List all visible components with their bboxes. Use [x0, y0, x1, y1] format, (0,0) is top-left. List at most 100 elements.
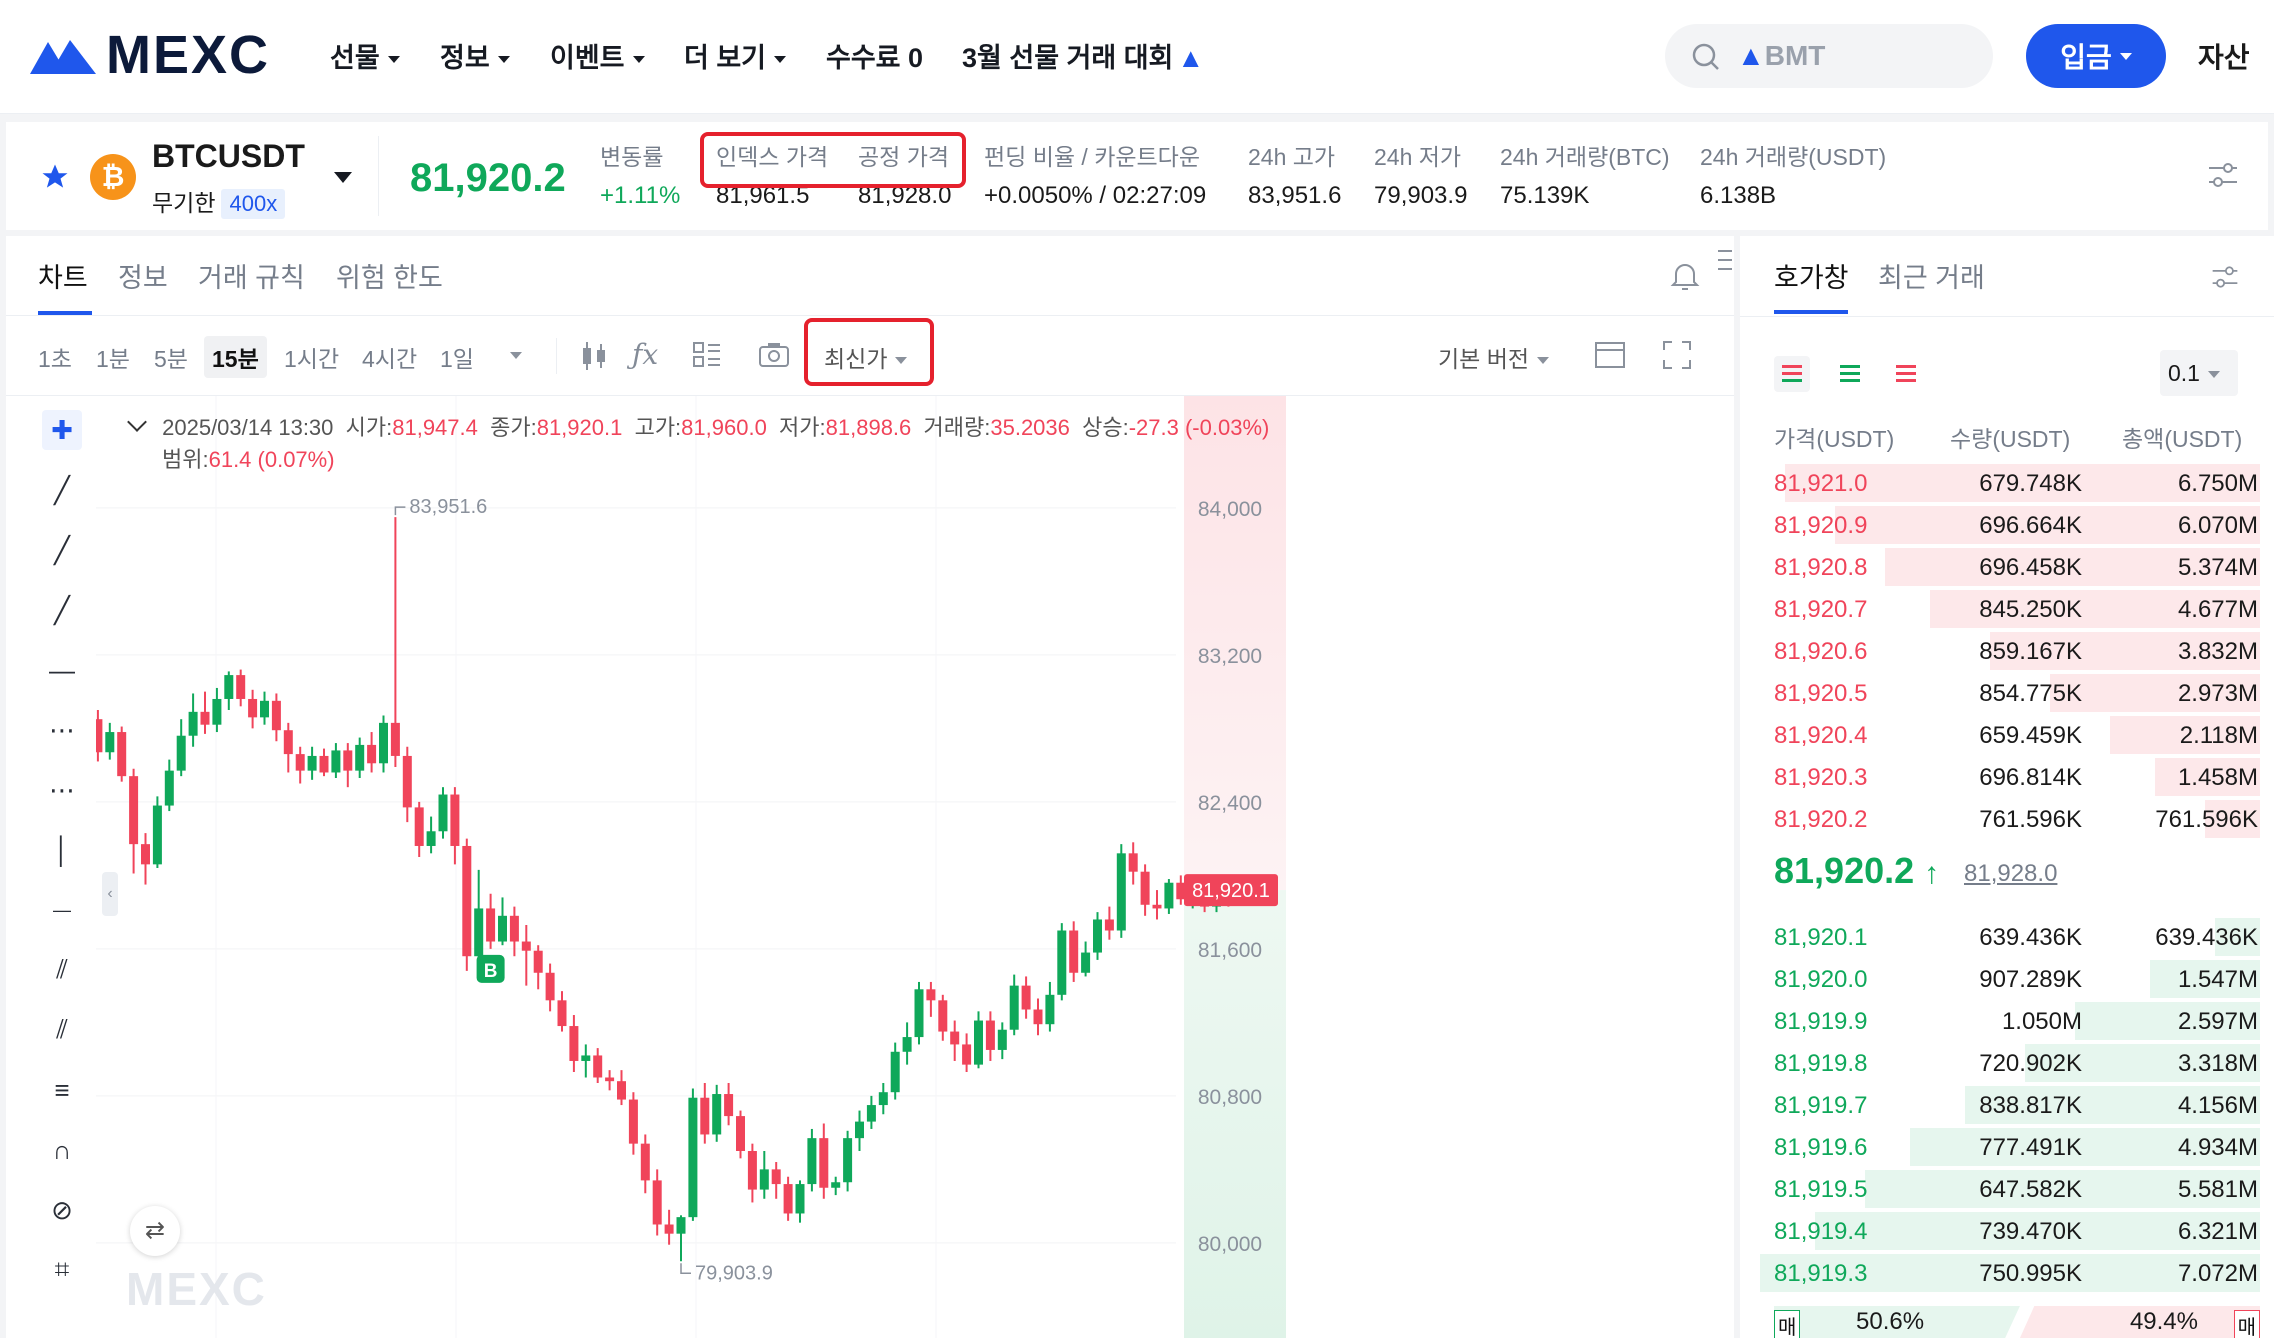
magnet-icon[interactable]: ∩: [42, 1130, 82, 1170]
bid-row[interactable]: 81,919.7 838.817K 4.156M: [1740, 1084, 2260, 1126]
candle-body: [617, 1081, 626, 1100]
timeframe-dropdown-icon[interactable]: [510, 352, 522, 359]
bid-row[interactable]: 81,920.0 907.289K 1.547M: [1740, 958, 2260, 1000]
trend-line-icon[interactable]: ╱: [42, 470, 82, 510]
tab-info[interactable]: 정보: [118, 256, 168, 295]
ask-row[interactable]: 81,920.7 845.250K 4.677M: [1740, 588, 2260, 630]
mid-fair-price[interactable]: 81,928.0: [1964, 860, 2057, 888]
deposit-button[interactable]: 입금: [2026, 24, 2166, 88]
symbol[interactable]: BTCUSDT: [152, 138, 305, 175]
precision-select[interactable]: 0.1: [2160, 350, 2238, 396]
bid-price: 81,920.1: [1774, 924, 1868, 951]
candle-body: [771, 1169, 781, 1185]
price-line-icon[interactable]: ―: [42, 890, 82, 930]
crosshair-icon[interactable]: ✚: [42, 410, 82, 450]
mexc-logo[interactable]: MEXC: [30, 25, 270, 85]
nav-info[interactable]: 정보: [440, 36, 510, 75]
bid-row[interactable]: 81,919.8 720.902K 3.318M: [1740, 1042, 2260, 1084]
ask-price: 81,921.0: [1774, 470, 1868, 497]
nav-zero-fee[interactable]: 수수료 0: [826, 36, 923, 75]
ask-row[interactable]: 81,920.2 761.596K 761.596K: [1740, 798, 2260, 840]
tab-recent-trades[interactable]: 최근 거래: [1878, 256, 1985, 295]
chevron-down-icon: [774, 56, 787, 64]
fullscreen-icon[interactable]: [1662, 340, 1692, 370]
indicators-icon[interactable]: ƒx: [632, 338, 658, 371]
bid-row[interactable]: 81,919.4 739.470K 6.321M: [1740, 1210, 2260, 1252]
ask-total: 4.677M: [2177, 596, 2258, 623]
view-both-icon[interactable]: [1774, 356, 1810, 392]
tab-risk-limits[interactable]: 위험 한도: [336, 256, 443, 295]
bid-row[interactable]: 81,919.5 647.582K 5.581M: [1740, 1168, 2260, 1210]
ask-row[interactable]: 81,921.0 679.748K 6.750M: [1740, 462, 2260, 504]
collapse-legend-icon[interactable]: [127, 412, 147, 432]
contract-label: 무기한: [152, 190, 216, 216]
bid-row[interactable]: 81,919.3 750.995K 7.072M: [1740, 1252, 2260, 1294]
stat-label-funding[interactable]: 펀딩 비율 / 카운트다운: [984, 138, 1200, 172]
ask-row[interactable]: 81,920.9 696.664K 6.070M: [1740, 504, 2260, 546]
ask-row[interactable]: 81,920.4 659.459K 2.118M: [1740, 714, 2260, 756]
camera-icon[interactable]: [758, 340, 790, 370]
candle-type-icon[interactable]: [580, 340, 608, 372]
layout-icon[interactable]: [692, 340, 722, 370]
bid-row[interactable]: 81,919.9 1.050M 2.597M: [1740, 1000, 2260, 1042]
replay-icon[interactable]: ⇄: [130, 1206, 180, 1256]
view-asks-icon[interactable]: [1888, 356, 1924, 392]
nav-futures[interactable]: 선물: [330, 36, 400, 75]
tf-1h[interactable]: 1시간: [284, 340, 339, 374]
ask-row[interactable]: 81,920.5 854.775K 2.973M: [1740, 672, 2260, 714]
nav-competition[interactable]: 3월 선물 거래 대회 ▲: [962, 36, 1204, 75]
tf-15m[interactable]: 15분: [204, 336, 267, 378]
candle-body: [260, 700, 269, 718]
candlestick-chart[interactable]: 84,000 83,200 82,400 81,600 80,800 80,000 83,9…: [81, 396, 1734, 1338]
nav-events[interactable]: 이벤트: [550, 36, 645, 75]
extended-line-icon[interactable]: ╱: [42, 590, 82, 630]
horizontal-segment-icon[interactable]: ⋯: [42, 770, 82, 810]
candle-body: [93, 719, 103, 753]
ask-row[interactable]: 81,920.8 696.458K 5.374M: [1740, 546, 2260, 588]
hide-drawings-icon[interactable]: ⊘: [42, 1190, 82, 1230]
chart-area[interactable]: 84,000 83,200 82,400 81,600 80,800 80,000 83,9…: [81, 396, 1734, 1338]
horizontal-line-icon[interactable]: ―: [42, 650, 82, 690]
tf-5m[interactable]: 5분: [154, 340, 188, 374]
symbol-dropdown-icon[interactable]: [334, 172, 352, 183]
ray-icon[interactable]: ╱: [42, 530, 82, 570]
window-icon[interactable]: [1594, 340, 1626, 370]
high-label: 83,951.6: [409, 496, 487, 518]
tab-chart[interactable]: 차트: [38, 256, 88, 295]
bid-total: 4.934M: [2177, 1134, 2258, 1161]
tf-1m[interactable]: 1분: [96, 340, 130, 374]
ask-qty: 845.250K: [1979, 596, 2082, 623]
tab-trading-rules[interactable]: 거래 규칙: [198, 256, 305, 295]
leverage-badge[interactable]: 400x: [221, 189, 286, 219]
ask-row[interactable]: 81,920.6 859.167K 3.832M: [1740, 630, 2260, 672]
bid-row[interactable]: 81,920.1 639.436K 639.436K: [1740, 916, 2260, 958]
tf-1d[interactable]: 1일: [440, 340, 474, 374]
bell-icon[interactable]: [1670, 260, 1700, 292]
y-tick-label: 82,400: [1198, 792, 1262, 815]
parallel-channel-icon[interactable]: ⫽: [42, 950, 82, 990]
nav-assets[interactable]: 자산: [2198, 36, 2250, 76]
settings-sliders-icon[interactable]: [2206, 158, 2240, 192]
menu-icon[interactable]: [1718, 248, 1732, 278]
settings-sliders-icon[interactable]: [2210, 262, 2240, 292]
search-box[interactable]: ▲BMT: [1665, 24, 1993, 88]
vertical-line-icon[interactable]: │: [42, 830, 82, 870]
nav-more[interactable]: 더 보기: [684, 36, 787, 75]
tf-1s[interactable]: 1초: [38, 340, 72, 374]
tab-orderbook[interactable]: 호가창: [1774, 256, 1849, 295]
ask-row[interactable]: 81,920.3 696.814K 1.458M: [1740, 756, 2260, 798]
fib-channel-icon[interactable]: ⫽: [42, 1010, 82, 1050]
ohlc-open: 81,947.4: [392, 415, 478, 440]
trash-icon[interactable]: ⌗: [42, 1250, 82, 1290]
tf-4h[interactable]: 4시간: [362, 340, 417, 374]
fib-retracement-icon[interactable]: ≡: [42, 1070, 82, 1110]
highlight-box-latest-price: [804, 318, 934, 386]
view-bids-icon[interactable]: [1832, 356, 1868, 392]
bid-total: 7.072M: [2177, 1260, 2258, 1287]
version-select[interactable]: 기본 버전: [1438, 340, 1550, 374]
star-icon[interactable]: [40, 162, 70, 192]
bid-row[interactable]: 81,919.6 777.491K 4.934M: [1740, 1126, 2260, 1168]
mid-price: 81,920.2 ↑: [1774, 850, 1939, 892]
horizontal-ray-icon[interactable]: ⋯: [42, 710, 82, 750]
candle-body: [783, 1184, 793, 1214]
